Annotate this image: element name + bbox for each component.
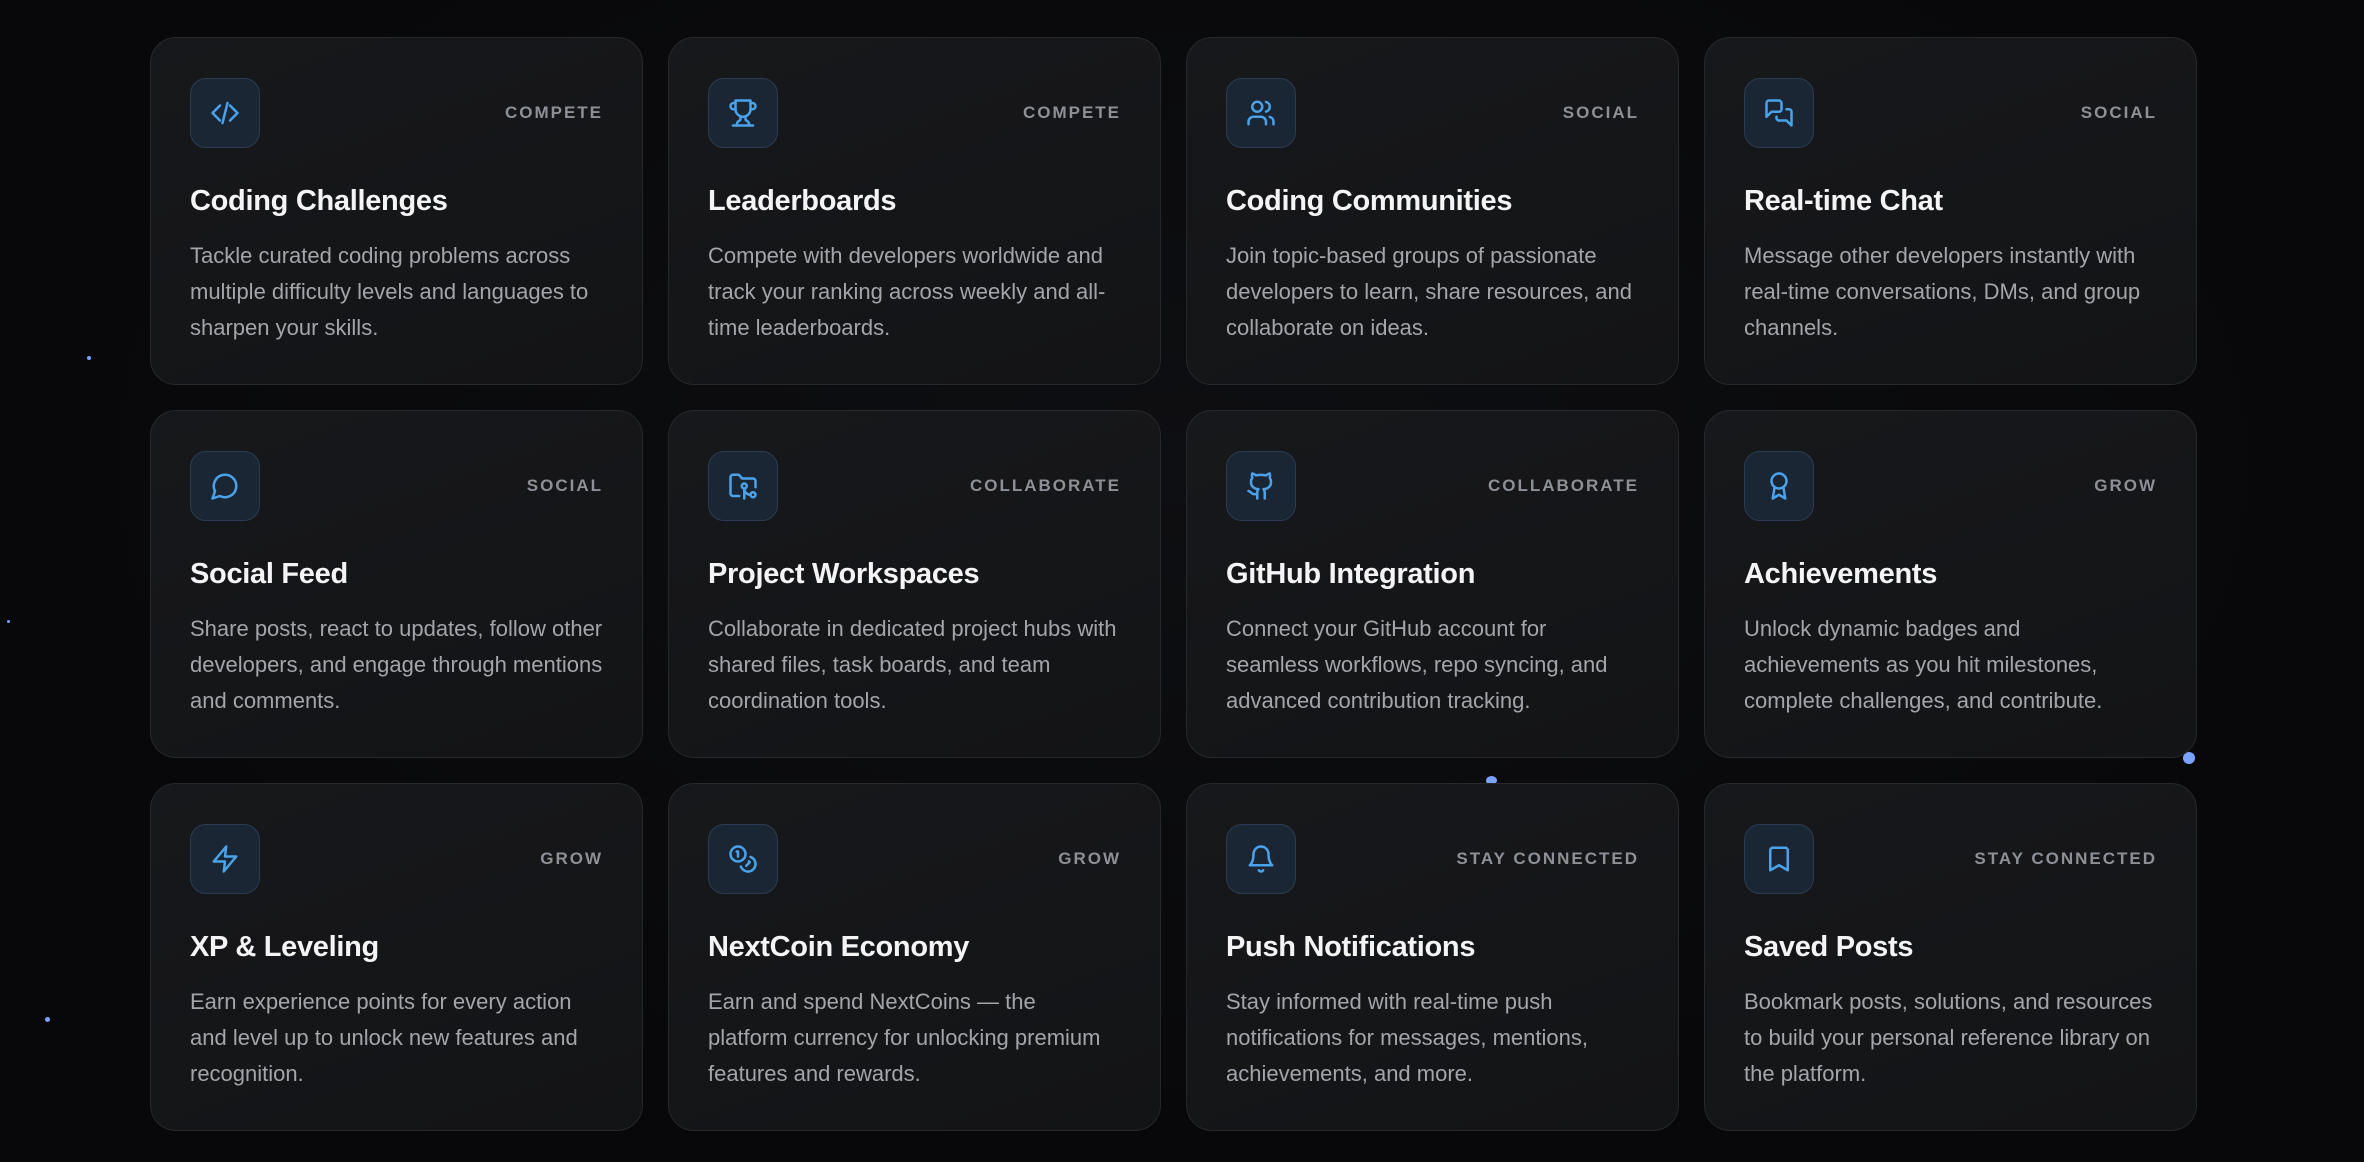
feature-title: XP & Leveling [190, 931, 379, 963]
feature-description: Earn experience points for every action … [190, 989, 578, 1086]
feature-card-github-integration[interactable]: COLLABORATE GitHub Integration Connect y… [1186, 410, 1679, 758]
feature-grid: COMPETE Coding Challenges Tackle curated… [150, 37, 2197, 1131]
feature-card-nextcoin-economy[interactable]: GROW NextCoin Economy Earn and spend Nex… [668, 783, 1161, 1131]
category-tag: COLLABORATE [969, 476, 1121, 495]
background-star [87, 356, 91, 360]
feature-description: Compete with developers worldwide and tr… [708, 243, 1106, 340]
bookmark-icon [1744, 824, 1814, 894]
trophy-icon [708, 78, 778, 148]
feature-description: Collaborate in dedicated project hubs wi… [708, 616, 1117, 713]
feature-card-social-feed[interactable]: SOCIAL Social Feed Share posts, react to… [150, 410, 643, 758]
feature-title: Coding Challenges [190, 185, 448, 217]
users-icon [1226, 78, 1296, 148]
feature-card-xp-leveling[interactable]: GROW XP & Leveling Earn experience point… [150, 783, 643, 1131]
feature-card-achievements[interactable]: GROW Achievements Unlock dynamic badges … [1704, 410, 2197, 758]
category-tag: SOCIAL [2080, 103, 2157, 122]
feature-description: Tackle curated coding problems across mu… [190, 243, 589, 340]
feature-card-saved-posts[interactable]: STAY CONNECTED Saved Posts Bookmark post… [1704, 783, 2197, 1131]
feature-description: Join topic-based groups of passionate de… [1226, 243, 1633, 340]
category-tag: SOCIAL [526, 476, 603, 495]
feature-description: Connect your GitHub account for seamless… [1226, 616, 1608, 713]
chat-icon [1744, 78, 1814, 148]
feature-title: Social Feed [190, 558, 348, 590]
category-tag: GROW [540, 849, 603, 868]
feature-description: Message other developers instantly with … [1744, 243, 2141, 340]
feature-description: Share posts, react to updates, follow ot… [190, 616, 603, 713]
background-star [45, 1017, 50, 1022]
feature-card-leaderboards[interactable]: COMPETE Leaderboards Compete with develo… [668, 37, 1161, 385]
bell-icon [1226, 824, 1296, 894]
feature-title: Saved Posts [1744, 931, 1914, 963]
feature-description: Unlock dynamic badges and achievements a… [1744, 616, 2103, 713]
folder-git-icon [708, 451, 778, 521]
category-tag: GROW [1058, 849, 1121, 868]
feature-description: Stay informed with real-time push notifi… [1226, 989, 1588, 1086]
category-tag: SOCIAL [1562, 103, 1639, 122]
category-tag: GROW [2094, 476, 2157, 495]
background-star [7, 620, 10, 623]
feature-card-project-workspaces[interactable]: COLLABORATE Project Workspaces Collabora… [668, 410, 1161, 758]
coins-icon [708, 824, 778, 894]
feature-title: Coding Communities [1226, 185, 1513, 217]
zap-icon [190, 824, 260, 894]
category-tag: COMPETE [504, 103, 603, 122]
feature-title: Achievements [1744, 558, 1938, 590]
category-tag: STAY CONNECTED [1456, 849, 1639, 868]
feature-description: Earn and spend NextCoins — the platform … [708, 989, 1101, 1086]
feature-description: Bookmark posts, solutions, and resources… [1744, 989, 2153, 1086]
award-icon [1744, 451, 1814, 521]
feature-card-push-notifications[interactable]: STAY CONNECTED Push Notifications Stay i… [1186, 783, 1679, 1131]
feature-title: Leaderboards [708, 185, 897, 217]
feature-card-coding-communities[interactable]: SOCIAL Coding Communities Join topic-bas… [1186, 37, 1679, 385]
category-tag: COMPETE [1022, 103, 1121, 122]
features-page: COMPETE Coding Challenges Tackle curated… [0, 0, 2364, 1162]
feature-title: GitHub Integration [1226, 558, 1476, 590]
feature-title: Project Workspaces [708, 558, 980, 590]
feature-title: Push Notifications [1226, 931, 1476, 963]
feature-card-coding-challenges[interactable]: COMPETE Coding Challenges Tackle curated… [150, 37, 643, 385]
category-tag: STAY CONNECTED [1974, 849, 2157, 868]
code-icon [190, 78, 260, 148]
message-circle-icon [190, 451, 260, 521]
category-tag: COLLABORATE [1487, 476, 1639, 495]
github-icon [1226, 451, 1296, 521]
feature-title: NextCoin Economy [708, 931, 970, 963]
feature-title: Real-time Chat [1744, 185, 1943, 217]
feature-card-real-time-chat[interactable]: SOCIAL Real-time Chat Message other deve… [1704, 37, 2197, 385]
